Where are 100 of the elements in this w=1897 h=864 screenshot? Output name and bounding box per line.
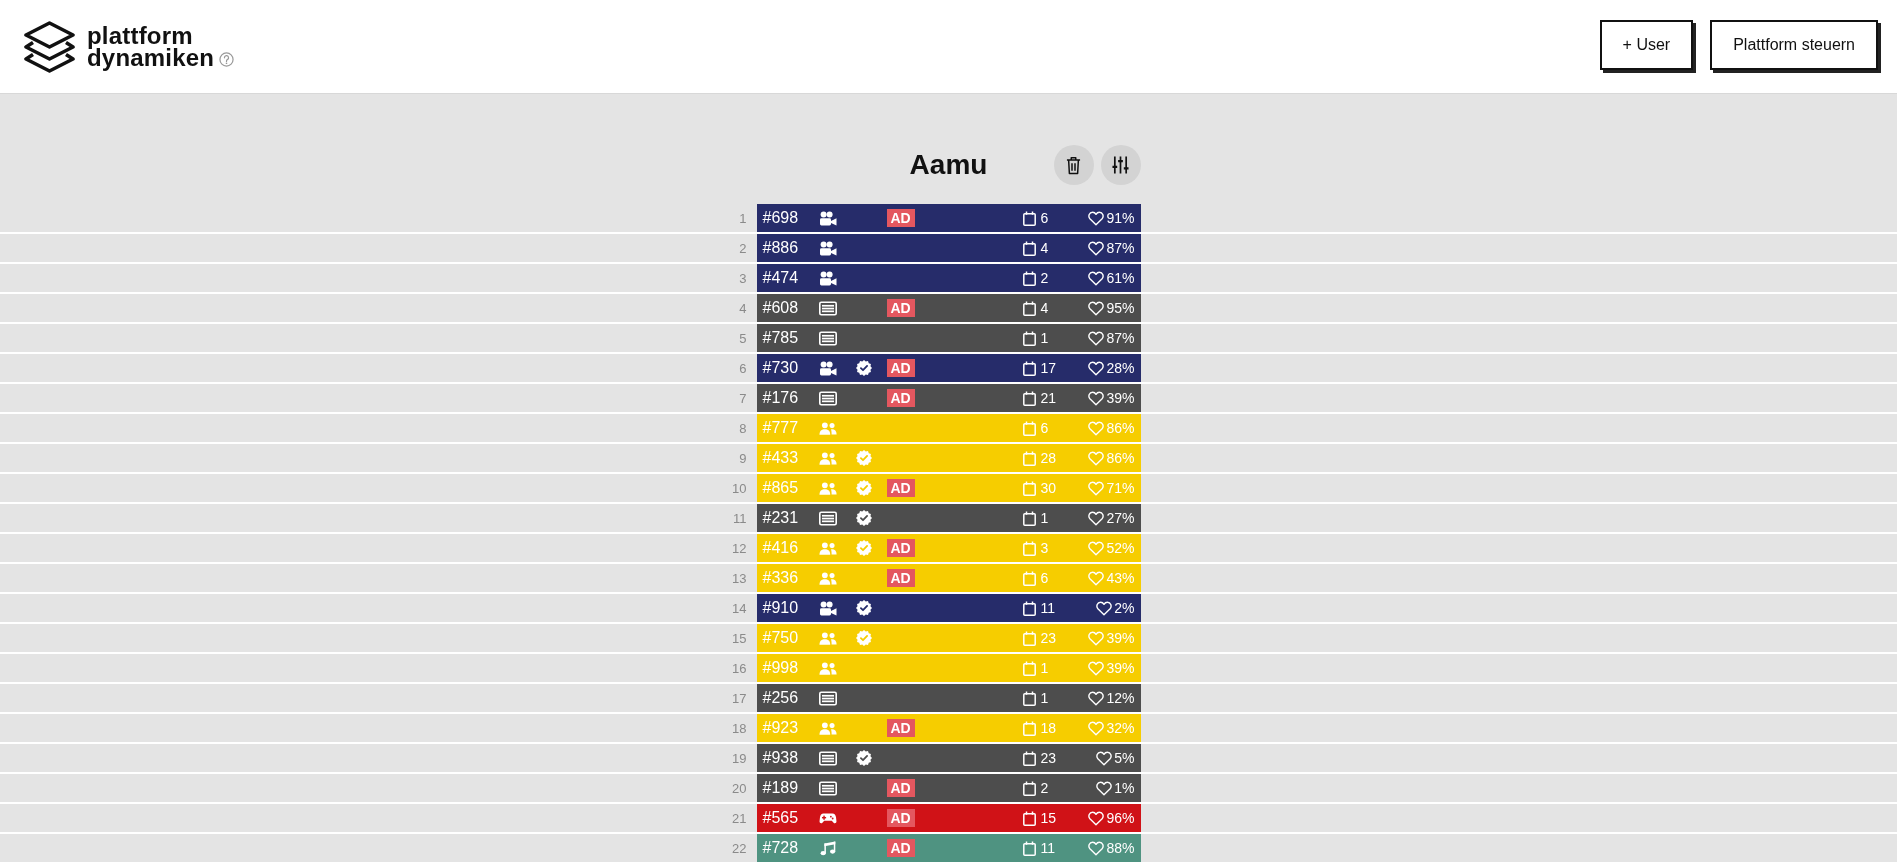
- help-icon[interactable]: [219, 51, 235, 67]
- people-icon: [818, 480, 837, 496]
- newspaper-icon: [818, 390, 837, 406]
- content-row[interactable]: #176 AD 21 39%: [756, 384, 1141, 412]
- heart-icon: [1088, 300, 1105, 316]
- heart-icon: [1088, 330, 1105, 346]
- music-note-icon: [818, 840, 837, 856]
- content-row[interactable]: #608 AD 4 95%: [756, 294, 1141, 322]
- heart-icon: [1096, 780, 1113, 796]
- row-number: 16: [732, 660, 748, 676]
- calendar-icon: [1022, 300, 1036, 316]
- adjust-button[interactable]: [1100, 145, 1141, 185]
- content-row[interactable]: #474 2 61%: [756, 264, 1141, 292]
- calendar-icon: [1022, 510, 1036, 526]
- content-row[interactable]: #231 1 27%: [756, 504, 1141, 532]
- item-id: #910: [762, 599, 800, 617]
- heart-icon: [1088, 240, 1105, 256]
- action-button[interactable]: Plattform steuern: [1710, 20, 1878, 70]
- day-count: 6: [1040, 210, 1049, 226]
- action-button[interactable]: + User: [1599, 20, 1694, 70]
- row-number: 6: [739, 360, 748, 376]
- item-id: #865: [762, 479, 800, 497]
- content-row[interactable]: #785 1 87%: [756, 324, 1141, 352]
- content-row[interactable]: #256 1 12%: [756, 684, 1141, 712]
- day-count: 30: [1040, 480, 1057, 496]
- logo-text: plattform dynamiken: [87, 24, 215, 69]
- content-row[interactable]: #730 AD 17 28%: [756, 354, 1141, 382]
- row-number: 14: [732, 600, 748, 616]
- heart-icon: [1088, 660, 1105, 676]
- delete-button[interactable]: [1053, 145, 1094, 185]
- row-number: 17: [732, 690, 748, 706]
- ad-badge: AD: [886, 569, 915, 587]
- row-number: 2: [739, 240, 748, 256]
- row-number: 13: [732, 570, 748, 586]
- heart-icon: [1088, 390, 1105, 406]
- like-percentage: 86%: [1106, 450, 1135, 466]
- like-percentage: 88%: [1106, 840, 1135, 856]
- item-id: #474: [762, 269, 800, 287]
- calendar-icon: [1022, 360, 1036, 376]
- content-row[interactable]: #886 4 87%: [756, 234, 1141, 262]
- ad-badge: AD: [886, 779, 915, 797]
- content-row[interactable]: #336 AD 6 43%: [756, 564, 1141, 592]
- content-row[interactable]: #938 23 5%: [756, 744, 1141, 772]
- row-number: 12: [732, 540, 748, 556]
- item-id: #750: [762, 629, 800, 647]
- calendar-icon: [1022, 480, 1036, 496]
- day-count: 23: [1040, 750, 1057, 766]
- ad-badge: AD: [886, 719, 915, 737]
- item-id: #728: [762, 839, 800, 857]
- ad-badge: AD: [886, 299, 915, 317]
- content-row[interactable]: #923 AD 18 32%: [756, 714, 1141, 742]
- people-icon: [818, 570, 837, 586]
- item-id: #189: [762, 779, 800, 797]
- newspaper-icon: [818, 330, 837, 346]
- like-percentage: 32%: [1106, 720, 1135, 736]
- content-row[interactable]: #416 AD 3 52%: [756, 534, 1141, 562]
- ad-badge: AD: [886, 809, 915, 827]
- video-camera-icon: [818, 270, 837, 286]
- day-count: 11: [1040, 600, 1056, 616]
- content-row[interactable]: #698 AD 6 91%: [756, 204, 1141, 232]
- video-camera-icon: [818, 240, 837, 256]
- row-number: 1: [739, 210, 748, 226]
- calendar-icon: [1022, 750, 1036, 766]
- row-number: 3: [739, 270, 748, 286]
- day-count: 6: [1040, 420, 1049, 436]
- day-count: 1: [1040, 330, 1049, 346]
- content-row[interactable]: #728 AD 11 88%: [756, 834, 1141, 862]
- like-percentage: 95%: [1106, 300, 1135, 316]
- newspaper-icon: [818, 690, 837, 706]
- heart-icon: [1088, 210, 1105, 226]
- heart-icon: [1088, 570, 1105, 586]
- like-percentage: 71%: [1106, 480, 1135, 496]
- video-camera-icon: [818, 360, 837, 376]
- calendar-icon: [1022, 600, 1036, 616]
- calendar-icon: [1022, 240, 1036, 256]
- content-row[interactable]: #865 AD 30 71%: [756, 474, 1141, 502]
- like-percentage: 39%: [1106, 660, 1135, 676]
- item-id: #608: [762, 299, 800, 317]
- like-percentage: 27%: [1106, 510, 1135, 526]
- day-count: 6: [1040, 570, 1049, 586]
- calendar-icon: [1022, 780, 1036, 796]
- people-icon: [818, 450, 837, 466]
- heart-icon: [1088, 720, 1105, 736]
- heart-icon: [1088, 450, 1105, 466]
- heart-icon: [1088, 420, 1105, 436]
- day-count: 1: [1040, 660, 1049, 676]
- like-percentage: 96%: [1106, 810, 1135, 826]
- content-row[interactable]: #565 AD 15 96%: [756, 804, 1141, 832]
- people-icon: [818, 630, 837, 646]
- item-id: #416: [762, 539, 800, 557]
- heart-icon: [1088, 480, 1105, 496]
- content-row[interactable]: #910 11 2%: [756, 594, 1141, 622]
- content-row[interactable]: #189 AD 2 1%: [756, 774, 1141, 802]
- ad-badge: AD: [886, 539, 915, 557]
- like-percentage: 28%: [1106, 360, 1135, 376]
- trash-icon: [1066, 155, 1081, 175]
- row-number: 5: [739, 330, 748, 346]
- item-id: #730: [762, 359, 800, 377]
- day-count: 1: [1040, 510, 1049, 526]
- row-number: 9: [739, 450, 748, 466]
